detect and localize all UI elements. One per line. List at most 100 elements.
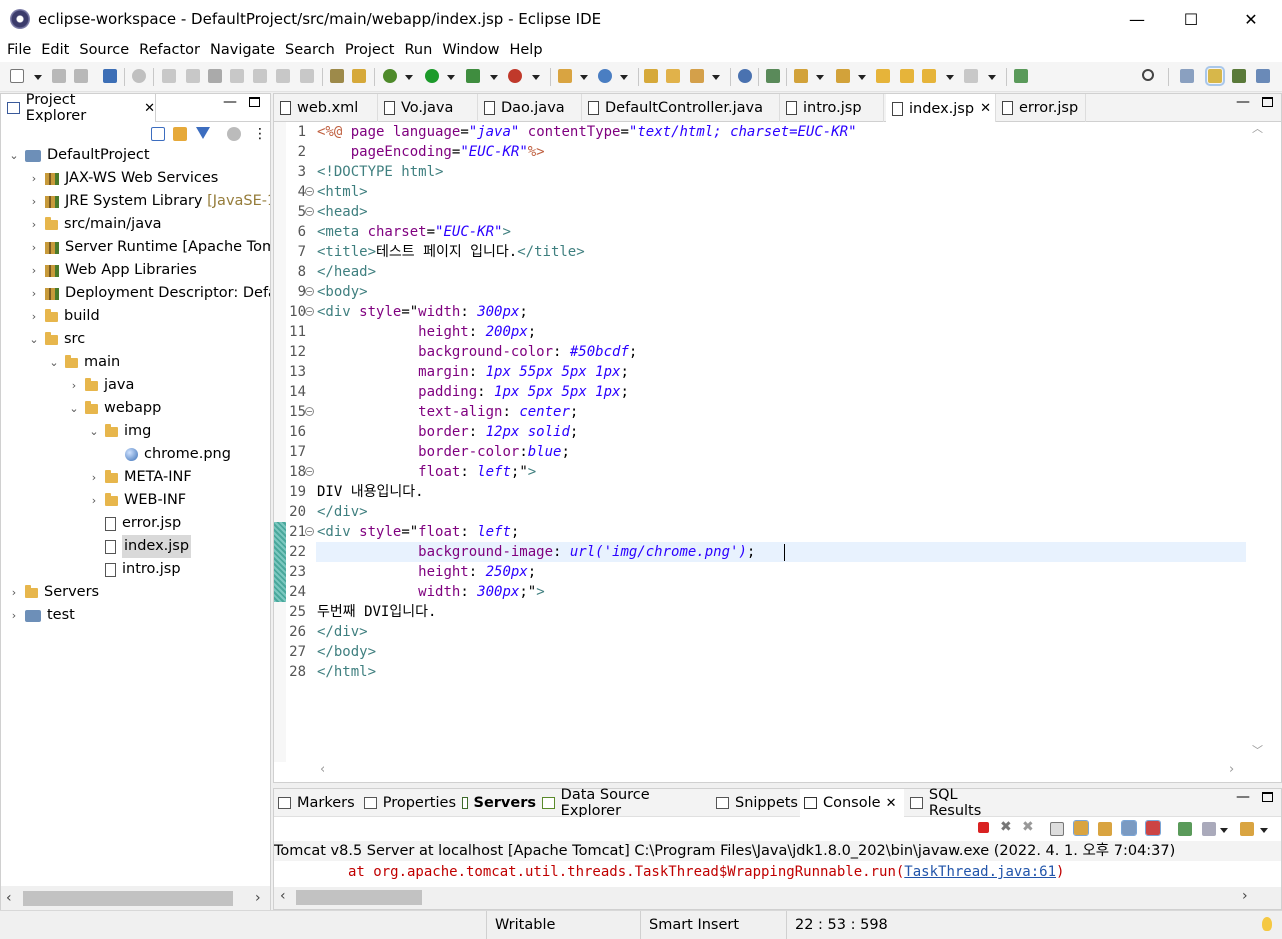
- tree-item[interactable]: ⌄ main: [47, 351, 120, 374]
- tab-servers[interactable]: Servers: [458, 789, 536, 817]
- tree-item[interactable]: index.jsp: [87, 535, 192, 558]
- new-class-icon[interactable]: [598, 69, 612, 83]
- view-menu-icon[interactable]: ⋮: [253, 126, 267, 142]
- tab-data-source-explorer[interactable]: Data Source Explorer: [538, 787, 710, 819]
- pin-console-icon[interactable]: [1178, 822, 1192, 836]
- scroll-down-icon[interactable]: ﹀: [1252, 742, 1263, 758]
- external-tools-icon[interactable]: [508, 69, 522, 83]
- tree-item[interactable]: › src/main/java: [27, 213, 162, 236]
- chevron-right-icon[interactable]: ›: [27, 282, 41, 305]
- chevron-right-icon[interactable]: ›: [27, 167, 41, 190]
- java-perspective-icon[interactable]: [1256, 69, 1270, 83]
- fold-toggle-icon[interactable]: −: [305, 307, 314, 316]
- tree-item[interactable]: › Server Runtime [Apache Tomc: [27, 236, 270, 259]
- debug-perspective-icon[interactable]: [1232, 69, 1246, 83]
- web-browser-icon[interactable]: [738, 69, 752, 83]
- chevron-right-icon[interactable]: ›: [27, 305, 41, 328]
- scroll-lock-icon[interactable]: [1073, 820, 1089, 836]
- remove-all-icon[interactable]: ✖: [1022, 819, 1034, 835]
- lightbulb-icon[interactable]: [1262, 917, 1272, 931]
- chevron-down-icon[interactable]: ⌄: [67, 397, 81, 420]
- scrollbar-thumb[interactable]: [23, 891, 233, 906]
- forward-dropdown-icon[interactable]: [988, 75, 996, 80]
- tab-web-xml[interactable]: web.xml: [274, 94, 378, 122]
- menu-edit[interactable]: Edit: [36, 38, 74, 62]
- toggle-mark-occurrences-icon[interactable]: [766, 69, 780, 83]
- tree-item[interactable]: › test: [7, 604, 75, 627]
- coverage-dropdown-icon[interactable]: [490, 75, 498, 80]
- tree-item[interactable]: ⌄ DefaultProject: [7, 144, 149, 167]
- chevron-down-icon[interactable]: ⌄: [47, 351, 61, 374]
- scroll-left-icon[interactable]: ‹: [320, 762, 325, 777]
- terminate-icon[interactable]: [978, 822, 989, 833]
- previous-annotation-icon[interactable]: [836, 69, 850, 83]
- console-hscrollbar[interactable]: ‹ ›: [274, 887, 1281, 909]
- debug-dropdown-icon[interactable]: [405, 75, 413, 80]
- tab-index-jsp[interactable]: index.jsp ✕: [886, 94, 996, 123]
- chevron-down-icon[interactable]: ⌄: [27, 328, 41, 351]
- drop-to-frame-icon[interactable]: [352, 69, 366, 83]
- jee-perspective-icon[interactable]: [1205, 66, 1225, 86]
- tree-item[interactable]: ⌄ webapp: [67, 397, 161, 420]
- fold-toggle-icon[interactable]: −: [305, 527, 314, 536]
- close-icon[interactable]: ✕: [886, 796, 897, 811]
- scroll-right-icon[interactable]: ›: [1229, 762, 1234, 777]
- show-on-stdout-icon[interactable]: [1121, 820, 1137, 836]
- editor-hscrollbar[interactable]: ‹ ›: [274, 762, 1281, 782]
- tree-item[interactable]: intro.jsp: [87, 558, 181, 581]
- menu-help[interactable]: Help: [504, 38, 547, 62]
- chevron-down-icon[interactable]: ⌄: [7, 144, 21, 167]
- fold-toggle-icon[interactable]: −: [305, 467, 314, 476]
- tree-item[interactable]: › java: [67, 374, 135, 397]
- tab-intro-jsp[interactable]: intro.jsp: [780, 94, 884, 122]
- tree-item[interactable]: error.jsp: [87, 512, 181, 535]
- previous-annotation-dropdown-icon[interactable]: [858, 75, 866, 80]
- run-dropdown-icon[interactable]: [447, 75, 455, 80]
- close-button[interactable]: ✕: [1224, 0, 1278, 38]
- search-tool-icon[interactable]: [690, 69, 704, 83]
- code-editor[interactable]: 1 <%@ page language="java" contentType="t…: [274, 122, 1281, 762]
- word-wrap-icon[interactable]: [1098, 822, 1112, 836]
- menu-source[interactable]: Source: [74, 38, 134, 62]
- tab-defaultcontroller-java[interactable]: DefaultController.java: [582, 94, 780, 122]
- close-icon[interactable]: ✕: [980, 101, 991, 116]
- maximize-view-icon[interactable]: [1262, 97, 1273, 107]
- editor-vscrollbar[interactable]: ︿ ﹀: [1249, 122, 1265, 762]
- fold-toggle-icon[interactable]: −: [305, 187, 314, 196]
- filter-icon[interactable]: [196, 127, 210, 139]
- forward-history-icon[interactable]: [900, 69, 914, 83]
- tab-console[interactable]: Console ✕: [800, 789, 904, 817]
- disconnect-icon[interactable]: [230, 69, 244, 83]
- back-icon[interactable]: [922, 69, 936, 83]
- coverage-icon[interactable]: [466, 69, 480, 83]
- search-icon[interactable]: [1142, 69, 1154, 81]
- use-step-filters-icon[interactable]: [330, 69, 344, 83]
- focus-icon[interactable]: [227, 127, 241, 141]
- open-console-dropdown-icon[interactable]: [1260, 828, 1268, 833]
- tree-item[interactable]: › JRE System Library [JavaSE-1.8: [27, 190, 270, 213]
- menu-navigate[interactable]: Navigate: [205, 38, 280, 62]
- chevron-right-icon[interactable]: ›: [67, 374, 81, 397]
- minimize-view-icon[interactable]: —: [1236, 789, 1250, 805]
- scroll-right-icon[interactable]: ›: [1242, 888, 1248, 904]
- link-with-editor-icon[interactable]: [173, 127, 187, 141]
- save-all-icon[interactable]: [74, 69, 88, 83]
- menu-run[interactable]: Run: [400, 38, 438, 62]
- menu-search[interactable]: Search: [280, 38, 340, 62]
- tab-snippets[interactable]: Snippets: [712, 789, 798, 817]
- terminate-icon[interactable]: [208, 69, 222, 83]
- tree-item[interactable]: › Web App Libraries: [27, 259, 197, 282]
- chevron-right-icon[interactable]: ›: [27, 213, 41, 236]
- fold-toggle-icon[interactable]: −: [305, 287, 314, 296]
- chevron-right-icon[interactable]: ›: [27, 236, 41, 259]
- next-annotation-dropdown-icon[interactable]: [816, 75, 824, 80]
- tab-properties[interactable]: Properties: [360, 789, 456, 817]
- pin-editor-icon[interactable]: [1014, 69, 1028, 83]
- scroll-up-icon[interactable]: ︿: [1252, 122, 1263, 136]
- tab-sql-results[interactable]: SQL Results: [906, 787, 1014, 819]
- menu-window[interactable]: Window: [437, 38, 504, 62]
- tree-item[interactable]: chrome.png: [107, 443, 231, 466]
- fold-toggle-icon[interactable]: −: [305, 207, 314, 216]
- step-return-icon[interactable]: [300, 69, 314, 83]
- minimize-button[interactable]: —: [1110, 0, 1164, 38]
